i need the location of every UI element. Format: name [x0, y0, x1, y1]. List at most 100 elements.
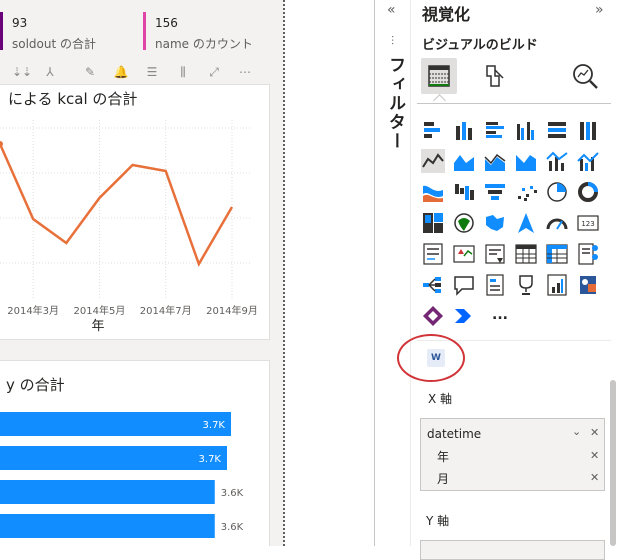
filter-pane-label[interactable]: フィルター	[383, 56, 408, 151]
azure-map-icon[interactable]	[514, 211, 538, 235]
stacked-column-icon[interactable]	[452, 118, 476, 142]
tab-format-visual[interactable]	[477, 60, 509, 92]
drill-down-icon[interactable]: ⇣⇣	[12, 64, 28, 80]
remove-field-icon[interactable]: ✕	[590, 426, 599, 439]
treemap-icon[interactable]	[421, 211, 445, 235]
bar[interactable]	[0, 412, 231, 436]
scatter-icon[interactable]	[514, 180, 538, 204]
multi-row-card-icon[interactable]	[421, 242, 445, 266]
clustered-column-glyph	[514, 118, 538, 142]
format-visual-icon[interactable]: ⫼	[175, 64, 191, 80]
trophy-icon[interactable]	[514, 273, 538, 297]
card-icon[interactable]: 123	[576, 211, 600, 235]
bar[interactable]	[0, 446, 227, 470]
funnel-icon[interactable]	[483, 180, 507, 204]
pie-chart-icon[interactable]	[545, 180, 569, 204]
100-stacked-column-icon[interactable]	[576, 118, 600, 142]
map-icon[interactable]	[452, 211, 476, 235]
double-chevron-left-icon[interactable]: «	[387, 2, 396, 18]
donut-chart-icon[interactable]	[576, 180, 600, 204]
donut-chart-glyph	[576, 180, 600, 204]
line-chart[interactable]: 2014年3月2014年5月2014年7月2014年9月年	[0, 110, 270, 336]
qa-icon[interactable]	[452, 273, 476, 297]
chevron-down-icon[interactable]: ⌄	[572, 425, 581, 438]
y-axis-field-well[interactable]	[420, 540, 605, 560]
alert-bell-icon[interactable]: 🔔	[113, 64, 129, 80]
focus-mode-icon[interactable]: ⤢	[206, 64, 222, 80]
gauge-glyph	[545, 211, 569, 235]
line-clustered-column-icon[interactable]	[576, 149, 600, 173]
bar[interactable]	[0, 480, 215, 504]
line-point[interactable]	[0, 141, 3, 147]
stacked-area-icon[interactable]	[483, 149, 507, 173]
stacked-bar-icon[interactable]	[421, 118, 445, 142]
line-column-icon[interactable]	[545, 149, 569, 173]
100-stacked-bar-icon[interactable]	[545, 118, 569, 142]
slicer-icon[interactable]	[483, 242, 507, 266]
r-visual-icon[interactable]	[576, 273, 600, 297]
pie-chart-glyph	[545, 180, 569, 204]
table-glyph	[514, 242, 538, 266]
clustered-column-icon[interactable]	[514, 118, 538, 142]
x-field-name[interactable]: datetime	[427, 427, 481, 441]
power-automate-icon[interactable]	[452, 304, 476, 328]
line-chart-icon[interactable]	[421, 149, 445, 173]
kpi-label-name-count: name のカウント	[155, 35, 253, 52]
python-visual-glyph	[545, 273, 569, 297]
pin-icon[interactable]: ✎	[82, 64, 98, 80]
paginated-report-icon[interactable]	[483, 273, 507, 297]
waterfall-icon[interactable]	[452, 180, 476, 204]
line-series[interactable]	[0, 144, 232, 264]
bar[interactable]	[0, 514, 215, 538]
waterfall-glyph	[452, 180, 476, 204]
double-chevron-right-icon[interactable]: »	[595, 2, 604, 18]
custom-visual-icon[interactable]: W	[427, 349, 445, 367]
power-automate-glyph	[452, 304, 476, 328]
power-apps-icon[interactable]	[421, 304, 445, 328]
trophy-glyph	[514, 273, 538, 297]
bar-data-label: 3.6K	[221, 488, 244, 499]
report-canvas: 93 soldout の合計 156 name のカウント ⇣⇣ ⅄ ✎ 🔔 ☰…	[0, 0, 284, 546]
more-visuals-button[interactable]: ...	[492, 307, 508, 323]
format-paintbrush-icon	[477, 60, 509, 92]
python-visual-icon[interactable]	[545, 273, 569, 297]
kpi-accent-name-count	[143, 12, 146, 50]
remove-month-icon[interactable]: ✕	[590, 471, 599, 484]
filled-map-icon[interactable]	[483, 211, 507, 235]
slicer-glyph	[483, 242, 507, 266]
x-subfield-year[interactable]: 年	[437, 448, 449, 465]
kpi-icon[interactable]	[452, 242, 476, 266]
x-subfield-month[interactable]: 月	[437, 470, 449, 487]
matrix-icon[interactable]	[545, 242, 569, 266]
decomposition-tree-icon[interactable]	[421, 273, 445, 297]
smart-narrative-icon[interactable]	[576, 242, 600, 266]
more-options-icon[interactable]: ⋯	[237, 64, 253, 80]
filter-pane-collapsed[interactable]: « ⫶ フィルター	[374, 0, 411, 546]
bar-chart[interactable]: 3.7K3.7K3.6K3.6K	[0, 400, 270, 546]
gauge-icon[interactable]	[545, 211, 569, 235]
filter-icon[interactable]: ☰	[144, 64, 160, 80]
multi-row-card-glyph	[421, 242, 445, 266]
analytics-magnifier-icon	[569, 60, 601, 92]
ribbon-chart-icon[interactable]	[421, 180, 445, 204]
stacked-bar-glyph	[421, 118, 445, 142]
power-apps-glyph	[421, 304, 445, 328]
viz-pane-scrollbar[interactable]	[610, 380, 616, 546]
tab-analytics[interactable]	[569, 60, 601, 92]
tab-build-visual[interactable]	[421, 58, 457, 94]
table-icon[interactable]	[514, 242, 538, 266]
area-chart-icon[interactable]	[452, 149, 476, 173]
clustered-bar-icon[interactable]	[483, 118, 507, 142]
remove-year-icon[interactable]: ✕	[590, 449, 599, 462]
x-axis-field-well[interactable]: datetime ⌄ ✕ 年 ✕ 月 ✕	[420, 418, 605, 491]
ribbon-chart-glyph	[421, 180, 445, 204]
matrix-glyph	[545, 242, 569, 266]
y-axis-well-label: Y 軸	[426, 512, 449, 529]
x-tick-label: 2014年3月	[7, 304, 59, 317]
kpi-accent-soldout	[0, 12, 3, 50]
table-build-icon	[421, 58, 457, 94]
expand-hierarchy-icon[interactable]: ⅄	[42, 64, 58, 80]
100-area-icon[interactable]	[514, 149, 538, 173]
visual-type-gallery: 123	[421, 118, 611, 332]
svg-text:123: 123	[581, 220, 594, 228]
